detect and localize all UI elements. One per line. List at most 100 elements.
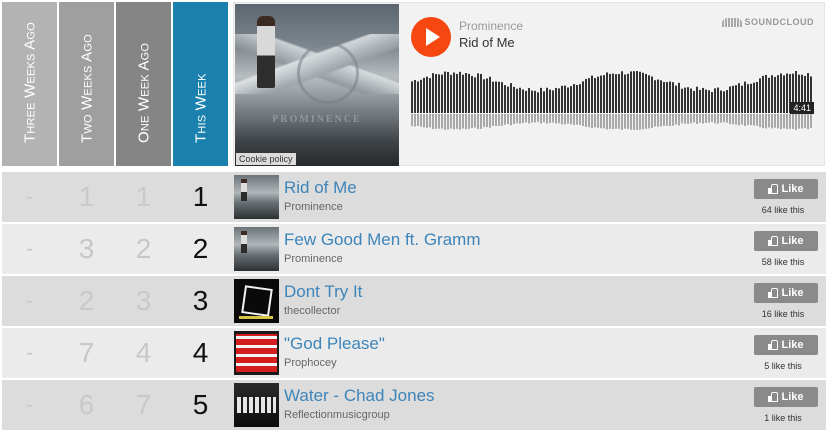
track-thumbnail[interactable]: [234, 383, 279, 427]
thumbs-up-icon: [768, 288, 779, 298]
soundcloud-brand: SOUNDCLOUD: [744, 17, 814, 27]
waveform-reflection-bar: [693, 114, 695, 123]
track-thumbnail[interactable]: [234, 279, 279, 323]
waveform-reflection-bar: [414, 114, 416, 127]
waveform-reflection-bar: [462, 114, 464, 129]
position-this-week: 4: [192, 337, 209, 368]
waveform-reflection-bar: [444, 114, 446, 130]
like-button[interactable]: Like: [754, 335, 818, 355]
song-artist: Prophocey: [284, 357, 337, 369]
waveform-bar: [600, 75, 602, 113]
waveform-bar: [603, 75, 605, 113]
waveform-reflection-bar: [660, 114, 662, 127]
waveform-bar: [702, 87, 704, 113]
like-button[interactable]: Like: [754, 179, 818, 199]
waveform-reflection-bar: [615, 114, 617, 129]
waveform-reflection-bar: [609, 114, 611, 129]
waveform-bar: [759, 78, 761, 113]
waveform-reflection-bar: [708, 114, 710, 123]
waveform-reflection-bar: [783, 114, 785, 129]
song-artist: Reflectionmusicgroup: [284, 409, 390, 421]
song-title-link[interactable]: "God Please": [284, 334, 385, 354]
waveform-reflection-bar: [582, 114, 584, 127]
chart-row: - 3 2 2 Few Good Men ft. Gramm Prominenc…: [2, 224, 826, 274]
track-thumbnail[interactable]: [234, 175, 279, 219]
waveform-reflection-bar: [741, 114, 743, 125]
waveform-bar: [444, 71, 446, 113]
play-button[interactable]: [411, 17, 451, 57]
waveform-reflection-bar: [702, 114, 704, 124]
like-button[interactable]: Like: [754, 231, 818, 251]
waveform-reflection-bar: [633, 114, 635, 130]
waveform-reflection-bar: [675, 114, 677, 125]
waveform-reflection-bar: [441, 114, 443, 129]
waveform-bar: [669, 81, 671, 113]
waveform-reflection-bar: [489, 114, 491, 128]
soundcloud-logo[interactable]: SOUNDCLOUD: [721, 17, 815, 27]
waveform-bar: [747, 84, 749, 113]
waveform-bar: [630, 71, 632, 113]
track-thumbnail[interactable]: [234, 331, 279, 375]
waveform-bar: [456, 73, 458, 113]
waveform-bar: [615, 74, 617, 113]
waveform-bar: [459, 71, 461, 113]
song-title-link[interactable]: Rid of Me: [284, 178, 357, 198]
track-artwork[interactable]: PROMINENCE Cookie policy: [235, 4, 399, 166]
waveform-bar: [633, 71, 635, 113]
waveform-reflection-bar: [657, 114, 659, 127]
waveform-bar: [576, 84, 578, 113]
like-button[interactable]: Like: [754, 283, 818, 303]
cookie-policy-link[interactable]: Cookie policy: [236, 153, 296, 165]
like-label: Like: [781, 391, 804, 403]
waveform-bar: [432, 73, 434, 113]
position-one-week-ago: 7: [135, 389, 152, 420]
song-title-link[interactable]: Dont Try It: [284, 282, 362, 302]
track-thumbnail[interactable]: [234, 227, 279, 271]
position-two-weeks-ago: 3: [78, 233, 95, 264]
waveform-bar: [693, 90, 695, 113]
waveform-bar: [678, 82, 680, 113]
waveform-reflection-bar: [711, 114, 713, 122]
waveform-bar: [540, 87, 542, 113]
waveform-bar: [507, 86, 509, 113]
waveform-bar: [528, 88, 530, 113]
song-title-link[interactable]: Few Good Men ft. Gramm: [284, 230, 481, 250]
waveform-reflection-bar: [561, 114, 563, 125]
player-track-title[interactable]: Rid of Me: [459, 35, 515, 50]
waveform-bar: [774, 76, 776, 113]
waveform-reflection-bar: [780, 114, 782, 129]
waveform-reflection-bar: [756, 114, 758, 126]
chart-row: - 7 4 4 "God Please" Prophocey Like 5 li…: [2, 328, 826, 378]
waveform-bar: [420, 79, 422, 113]
waveform-reflection-bar: [681, 114, 683, 124]
waveform[interactable]: [411, 69, 815, 135]
waveform-reflection-bar: [807, 114, 809, 130]
waveform-bar: [510, 83, 512, 113]
waveform-reflection-bar: [447, 114, 449, 130]
waveform-reflection-bar: [501, 114, 503, 126]
waveform-reflection-bar: [597, 114, 599, 128]
waveform-reflection-bar: [480, 114, 482, 129]
waveform-reflection-bar: [732, 114, 734, 125]
waveform-bar: [504, 85, 506, 113]
waveform-reflection-bar: [498, 114, 500, 126]
player-artist[interactable]: Prominence: [459, 19, 523, 33]
waveform-bar: [699, 89, 701, 113]
waveform-reflection-bar: [477, 114, 479, 130]
waveform-reflection-bar: [549, 114, 551, 123]
waveform-reflection-bar: [699, 114, 701, 123]
waveform-bar: [762, 75, 764, 113]
position-three-weeks-ago: -: [26, 237, 33, 260]
waveform-reflection-bar: [795, 114, 797, 130]
waveform-bar: [648, 75, 650, 113]
thumbnail-art: [234, 227, 279, 271]
waveform-reflection-bar: [627, 114, 629, 129]
waveform-bar: [522, 89, 524, 113]
like-button[interactable]: Like: [754, 387, 818, 407]
waveform-bar: [663, 82, 665, 113]
waveform-bar: [468, 73, 470, 113]
song-title-link[interactable]: Water - Chad Jones: [284, 386, 435, 406]
position-three-weeks-ago: -: [26, 393, 33, 416]
waveform-reflection-bar: [513, 114, 515, 124]
waveform-reflection-bar: [555, 114, 557, 124]
